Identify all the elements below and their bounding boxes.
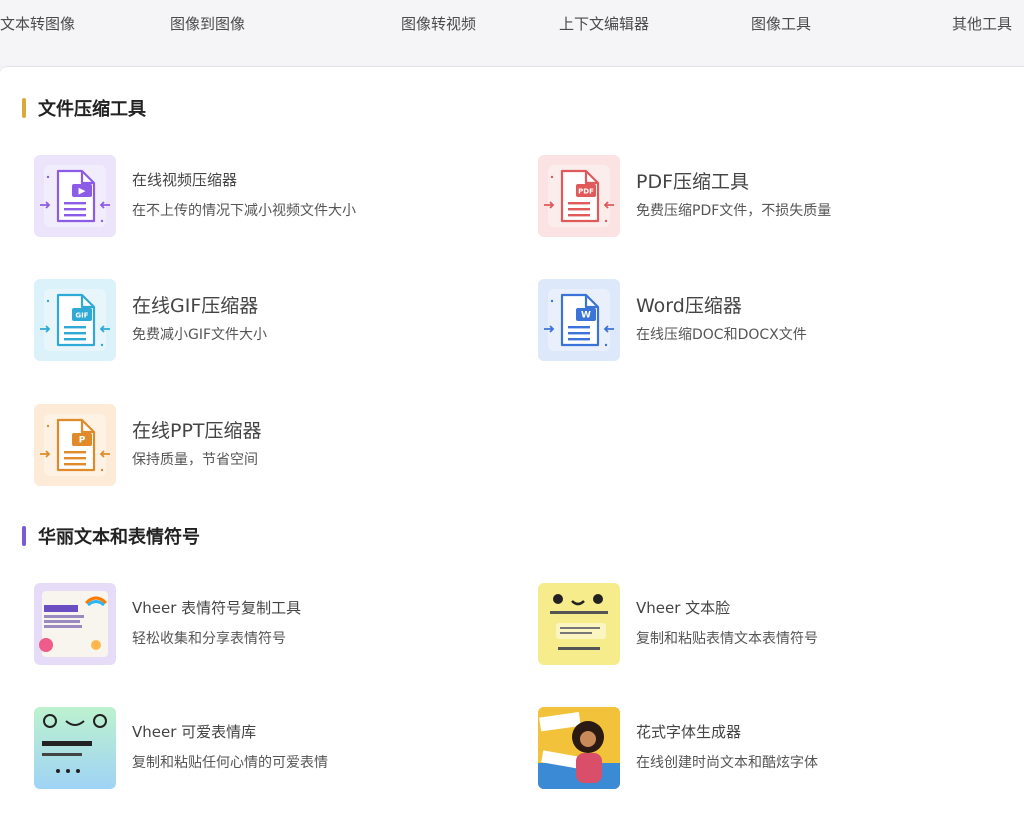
ppt-file-icon: P bbox=[34, 404, 116, 486]
section-title-file-compression: 文件压缩工具 bbox=[22, 95, 146, 121]
section-accent-bar bbox=[22, 98, 26, 118]
card-title: 在线视频压缩器 bbox=[132, 171, 238, 189]
tool-card-video-compressor[interactable]: ▶ 在线视频压缩器 在不上传的情况下减小视频文件大小 bbox=[34, 155, 504, 239]
card-description: 免费压缩PDF文件，不损失质量 bbox=[636, 203, 832, 219]
tool-card-fancy-font[interactable]: 花式字体生成器 在线创建时尚文本和酷炫字体 bbox=[538, 707, 1008, 791]
svg-text:GIF: GIF bbox=[75, 312, 88, 320]
svg-text:P: P bbox=[79, 436, 86, 446]
cute-emoticon-thumbnail-icon bbox=[34, 707, 116, 789]
tool-card-pdf-compressor[interactable]: PDF PDF压缩工具 免费压缩PDF文件，不损失质量 bbox=[538, 155, 1008, 239]
tool-card-cute-emoticons[interactable]: Vheer 可爱表情库 复制和粘贴任何心情的可爱表情 bbox=[34, 707, 504, 791]
card-title: 在线PPT压缩器 bbox=[132, 420, 262, 442]
tab-context-editor[interactable]: 上下文编辑器 bbox=[559, 13, 649, 34]
tool-card-ppt-compressor[interactable]: P 在线PPT压缩器 保持质量，节省空间 bbox=[34, 404, 504, 488]
card-title: PDF压缩工具 bbox=[636, 171, 750, 193]
tool-card-word-compressor[interactable]: W Word压缩器 在线压缩DOC和DOCX文件 bbox=[538, 279, 1008, 363]
card-description: 在线压缩DOC和DOCX文件 bbox=[636, 327, 807, 343]
tab-image-to-image[interactable]: 图像到图像 bbox=[170, 13, 245, 34]
card-title: Vheer 表情符号复制工具 bbox=[132, 599, 302, 617]
tab-text-to-image[interactable]: 文本转图像 bbox=[0, 13, 75, 34]
svg-text:▶: ▶ bbox=[79, 187, 86, 197]
card-description: 在线创建时尚文本和酷炫字体 bbox=[636, 755, 818, 771]
section-title-text: 文件压缩工具 bbox=[38, 99, 146, 120]
svg-text:PDF: PDF bbox=[578, 188, 594, 196]
svg-text:W: W bbox=[581, 311, 591, 321]
tab-other-tools[interactable]: 其他工具 bbox=[952, 13, 1012, 34]
word-file-icon: W bbox=[538, 279, 620, 361]
section-title-text: 华丽文本和表情符号 bbox=[38, 527, 200, 548]
card-description: 免费减小GIF文件大小 bbox=[132, 327, 268, 343]
section-accent-bar bbox=[22, 526, 26, 546]
tab-image-to-video[interactable]: 图像转视频 bbox=[401, 13, 476, 34]
fancy-font-thumbnail-icon bbox=[538, 707, 620, 789]
tool-card-text-face[interactable]: Vheer 文本脸 复制和粘贴表情文本表情符号 bbox=[538, 583, 1008, 667]
card-title: Word压缩器 bbox=[636, 295, 742, 317]
card-description: 轻松收集和分享表情符号 bbox=[132, 631, 286, 647]
card-title: 在线GIF压缩器 bbox=[132, 295, 259, 317]
tab-image-tools[interactable]: 图像工具 bbox=[751, 13, 811, 34]
card-description: 保持质量，节省空间 bbox=[132, 452, 258, 468]
card-title: Vheer 可爱表情库 bbox=[132, 723, 257, 741]
video-file-icon: ▶ bbox=[34, 155, 116, 237]
card-description: 在不上传的情况下减小视频文件大小 bbox=[132, 203, 356, 219]
section-title-fancy-text: 华丽文本和表情符号 bbox=[22, 523, 200, 549]
gif-file-icon: GIF bbox=[34, 279, 116, 361]
tool-card-gif-compressor[interactable]: GIF 在线GIF压缩器 免费减小GIF文件大小 bbox=[34, 279, 504, 363]
card-title: 花式字体生成器 bbox=[636, 723, 742, 741]
tools-panel: 文件压缩工具 ▶ 在线视频压缩器 在不上传的情况下减小视频文件大小 PDF PD… bbox=[0, 66, 1024, 820]
text-face-thumbnail-icon bbox=[538, 583, 620, 665]
card-title: Vheer 文本脸 bbox=[636, 599, 731, 617]
tool-card-emoji-copy[interactable]: Vheer 表情符号复制工具 轻松收集和分享表情符号 bbox=[34, 583, 504, 667]
emoji-copy-thumbnail-icon bbox=[34, 583, 116, 665]
card-description: 复制和粘贴任何心情的可爱表情 bbox=[132, 755, 328, 771]
top-navigation: 文本转图像 图像到图像 图像转视频 上下文编辑器 图像工具 其他工具 bbox=[0, 0, 1024, 66]
pdf-file-icon: PDF bbox=[538, 155, 620, 237]
card-description: 复制和粘贴表情文本表情符号 bbox=[636, 631, 818, 647]
